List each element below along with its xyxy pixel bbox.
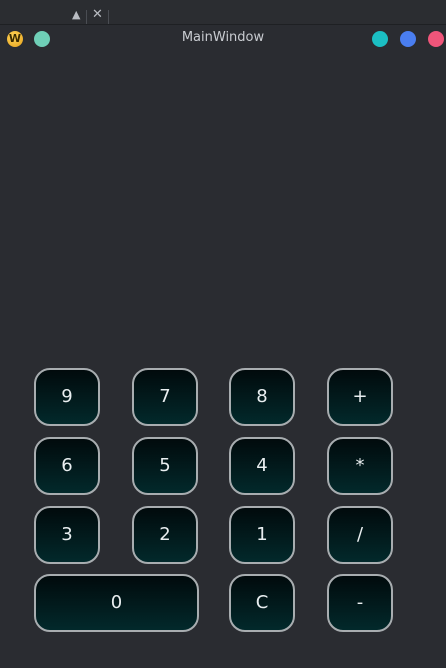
close-button[interactable]: [428, 31, 444, 47]
main-window: W MainWindow 9 7 8 + 6 5 4 * 3 2 1 / 0 C…: [0, 24, 446, 668]
key-1-button[interactable]: 1: [229, 506, 295, 564]
toolbar-divider: [86, 10, 87, 24]
key-2-button[interactable]: 2: [132, 506, 198, 564]
multiply-button[interactable]: *: [327, 437, 393, 495]
title-bar[interactable]: W MainWindow: [0, 25, 446, 51]
minus-button[interactable]: -: [327, 574, 393, 632]
key-3-button[interactable]: 3: [34, 506, 100, 564]
close-icon[interactable]: ✕: [92, 8, 103, 21]
calculator-area: 9 7 8 + 6 5 4 * 3 2 1 / 0 C -: [0, 51, 446, 668]
key-0-button[interactable]: 0: [34, 574, 199, 632]
maximize-button[interactable]: [400, 31, 416, 47]
key-6-button[interactable]: 6: [34, 437, 100, 495]
key-7-button[interactable]: 7: [132, 368, 198, 426]
key-4-button[interactable]: 4: [229, 437, 295, 495]
key-8-button[interactable]: 8: [229, 368, 295, 426]
key-5-button[interactable]: 5: [132, 437, 198, 495]
divide-button[interactable]: /: [327, 506, 393, 564]
key-9-button[interactable]: 9: [34, 368, 100, 426]
plus-button[interactable]: +: [327, 368, 393, 426]
toolbar-divider: [108, 10, 109, 24]
sort-arrows-icon[interactable]: ▲: [72, 9, 80, 20]
clear-button[interactable]: C: [229, 574, 295, 632]
minimize-button[interactable]: [372, 31, 388, 47]
